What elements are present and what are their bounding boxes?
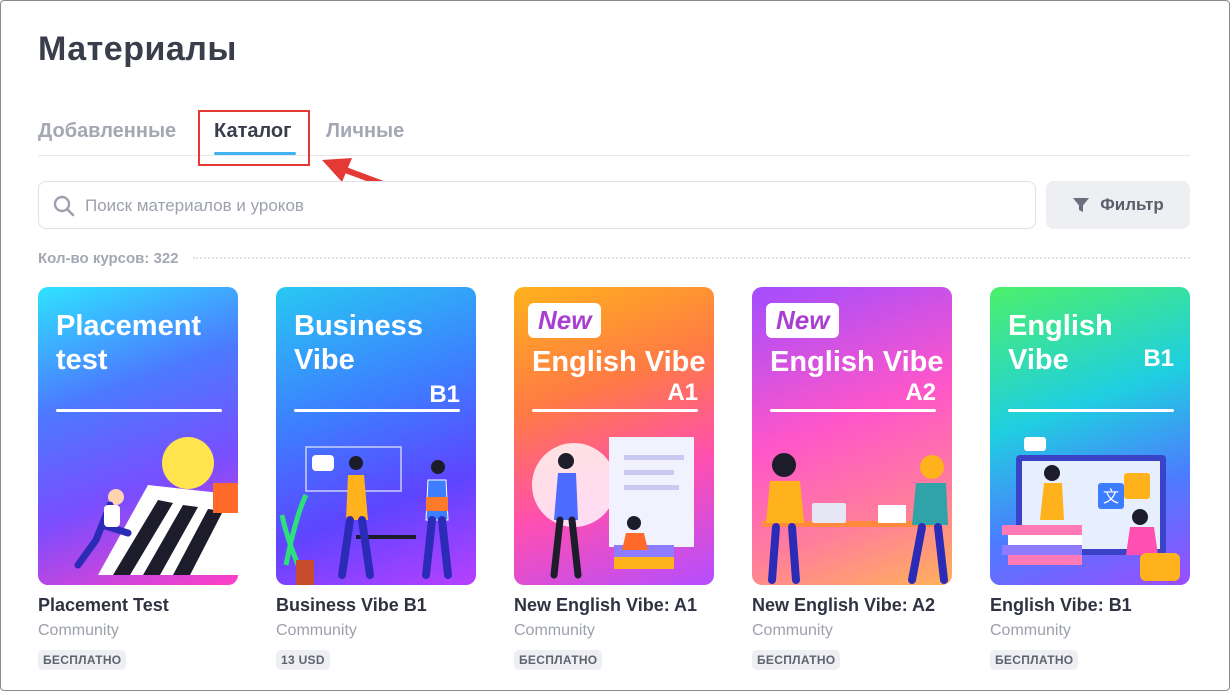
cover-illustration [279,446,452,585]
cover-illustration [532,437,694,579]
search-field[interactable] [38,181,1036,229]
course-author: Community [752,622,833,639]
cover-divider [1008,409,1174,412]
course-card-new-english-vibe-a2[interactable]: New English Vibe A2 New English Vibe: A2… [752,287,952,670]
cover-title: English Vibe [770,346,944,378]
new-badge: New [766,303,840,338]
cover-illustration [762,453,948,584]
cover-divider [56,409,222,412]
cover-title: English Vibe [1008,310,1113,377]
cover-title: Business Vibe [294,310,423,377]
course-name[interactable]: English Vibe: B1 [990,595,1190,616]
cover-illustration: 文 [1002,437,1180,581]
cover-title: Placement test [56,310,202,377]
course-author: Community [514,622,595,639]
price-badge: БЕСПЛАТНО [752,650,841,670]
cover-level: A1 [667,379,698,406]
course-name[interactable]: New English Vibe: A1 [514,595,714,616]
cover-level: B1 [1143,345,1174,372]
cover-divider [294,409,460,412]
course-cover[interactable]: Business Vibe B1 [276,287,476,585]
cover-level: A2 [905,379,936,406]
course-card-placement-test[interactable]: Placement test Placement Test Community … [38,287,238,670]
course-name[interactable]: Business Vibe B1 [276,595,476,616]
annotation-highlight-box [198,110,310,166]
cover-divider [770,409,936,412]
funnel-icon [1073,198,1090,212]
course-cover[interactable]: New English Vibe A1 [514,287,714,585]
price-badge: БЕСПЛАТНО [990,650,1079,670]
cover-level: B1 [429,381,460,408]
price-badge: БЕСПЛАТНО [514,650,603,670]
course-cover[interactable]: Placement test [38,287,238,585]
cover-divider [532,409,698,412]
course-name[interactable]: Placement Test [38,595,238,616]
price-badge: БЕСПЛАТНО [38,650,127,670]
course-card-english-vibe-b1[interactable]: English Vibe B1 文 English Vibe: B1 Commu… [990,287,1190,670]
page-title: Материалы [38,30,237,68]
course-count-row: Кол-во курсов: 322 [38,248,1190,268]
price-badge: 13 USD [276,650,330,670]
search-icon [53,195,75,217]
filter-label: Фильтр [1100,195,1164,214]
course-count: Кол-во курсов: 322 [38,249,179,267]
course-cover[interactable]: English Vibe B1 文 [990,287,1190,585]
tab-added[interactable]: Добавленные [38,120,176,143]
new-badge: New [528,303,602,338]
cover-title: English Vibe [532,346,706,378]
filter-button[interactable]: Фильтр [1046,181,1190,229]
course-card-new-english-vibe-a1[interactable]: New English Vibe A1 New English Vibe: A1… [514,287,714,670]
course-cover[interactable]: New English Vibe A2 [752,287,952,585]
course-author: Community [990,622,1071,639]
course-author: Community [276,622,357,639]
dotted-divider [192,257,1190,259]
svg-text:文: 文 [1103,487,1119,506]
course-card-business-vibe[interactable]: Business Vibe B1 Business Vibe B1 Commun… [276,287,476,670]
cover-illustration [74,437,238,575]
search-input[interactable] [85,190,985,222]
tab-personal[interactable]: Личные [326,120,404,143]
course-name[interactable]: New English Vibe: A2 [752,595,952,616]
course-author: Community [38,622,119,639]
